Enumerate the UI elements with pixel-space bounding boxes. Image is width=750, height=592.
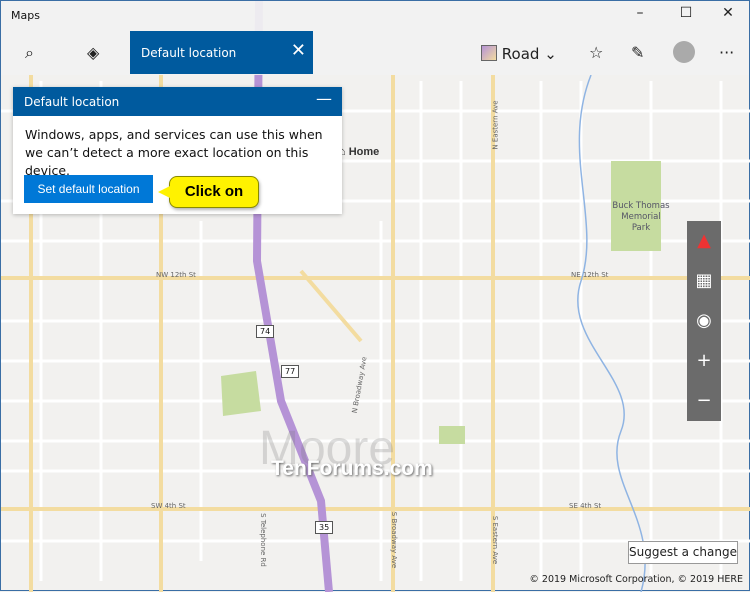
title-bar: Maps – ☐ ✕ [1, 1, 749, 33]
map-style-dropdown[interactable]: Road ⌄ [481, 45, 557, 63]
close-icon[interactable]: ✕ [291, 40, 306, 61]
map-controls: ▲ ▦ ◉ + − [687, 221, 721, 421]
maximize-button[interactable]: ☐ [663, 5, 709, 29]
street-label: S Eastern Ave [491, 515, 500, 565]
tilt-grid-icon[interactable]: ▦ [687, 261, 721, 301]
panel-header: Default location — [13, 87, 342, 116]
suggest-change-button[interactable]: Suggest a change [628, 541, 738, 564]
minimize-panel-button[interactable]: — [316, 89, 332, 108]
street-label: SW 4th St [151, 502, 186, 510]
close-button[interactable]: ✕ [705, 5, 750, 29]
home-label: Home [348, 146, 380, 158]
map-style-label: Road [501, 45, 540, 63]
toolbar: ⌕ ◈ ☆ ✎ ··· [1, 33, 749, 75]
map-style-icon [481, 45, 497, 61]
set-default-location-button[interactable]: Set default location [24, 175, 153, 203]
route-shield: 35 [315, 521, 334, 534]
zoom-out-button[interactable]: − [687, 381, 721, 421]
callout-annotation: Click on [158, 176, 259, 208]
panel-title: Default location [24, 95, 120, 109]
street-label: NE 12th St [571, 271, 609, 279]
app-title: Maps [11, 9, 40, 22]
search-tab[interactable]: Default location ✕ [130, 31, 313, 74]
search-tab-label: Default location [141, 46, 237, 60]
route-shield: 74 [256, 325, 275, 338]
street-label: N Eastern Ave [491, 100, 500, 150]
favorites-icon[interactable]: ☆ [589, 43, 603, 62]
ink-pen-icon[interactable]: ✎ [631, 43, 644, 62]
home-pin[interactable]: ⌂ Home [339, 146, 379, 158]
route-shield: 77 [281, 365, 300, 378]
street-label: SE 4th St [569, 502, 602, 510]
watermark: TenForums.com [271, 457, 433, 480]
my-location-icon[interactable]: ◉ [687, 301, 721, 341]
more-button[interactable]: ··· [719, 43, 734, 62]
street-label: S Broadway Ave [390, 511, 399, 569]
zoom-in-button[interactable]: + [687, 341, 721, 381]
minimize-button[interactable]: – [617, 5, 663, 29]
directions-icon[interactable]: ◈ [87, 43, 99, 62]
search-icon[interactable]: ⌕ [25, 43, 34, 63]
avatar[interactable] [673, 41, 695, 63]
street-label: S Telephone Rd [258, 513, 267, 567]
copyright: © 2019 Microsoft Corporation, © 2019 HER… [529, 574, 743, 585]
street-label: NW 12th St [156, 271, 196, 279]
park-label: Buck Thomas Memorial Park [612, 201, 670, 233]
compass-icon[interactable]: ▲ [687, 221, 721, 261]
chevron-down-icon: ⌄ [544, 45, 557, 63]
